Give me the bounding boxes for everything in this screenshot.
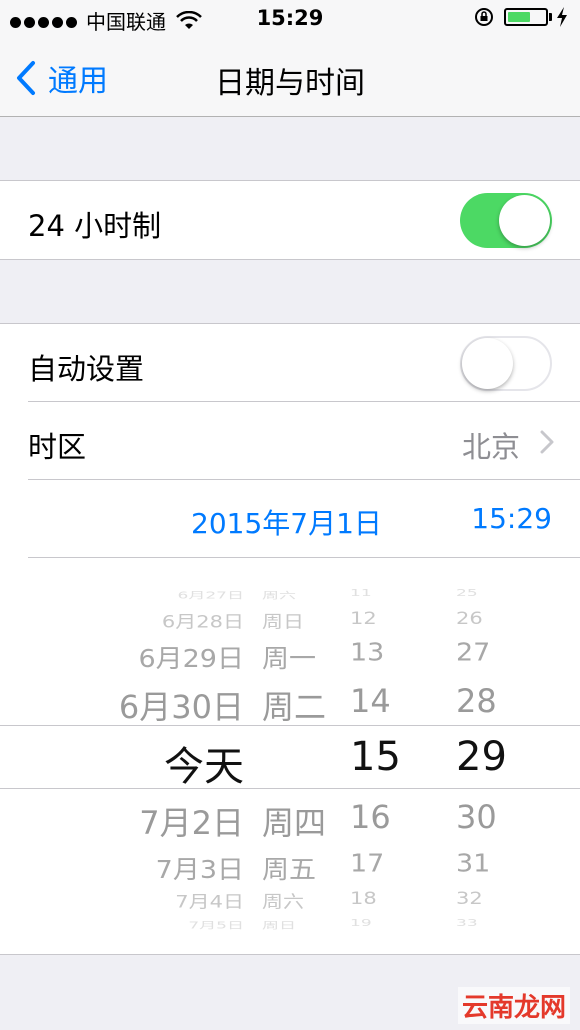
hour24-label: 24 小时制: [28, 209, 162, 243]
picker-row[interactable]: 7月2日 周四 16 30: [0, 798, 580, 842]
time-format-group: 24 小时制: [0, 180, 580, 260]
picker-minute: 30: [456, 798, 497, 836]
picker-hour: 17: [350, 849, 385, 879]
picker-minute: 29: [456, 734, 507, 780]
hour24-row: 24 小时制: [0, 181, 580, 259]
picker-row[interactable]: 7月3日 周五 17 31: [0, 849, 580, 885]
picker-date: 7月5日: [188, 920, 244, 932]
picker-hour: 12: [350, 608, 377, 629]
picker-date: 6月29日: [138, 644, 244, 674]
picker-hour: 13: [350, 638, 385, 668]
picker-row[interactable]: 6月29日 周一 13 27: [0, 638, 580, 674]
picker-date: 6月30日: [118, 688, 244, 726]
timezone-value: 北京: [461, 430, 520, 464]
picker-hour: 15: [350, 734, 401, 780]
picker-row[interactable]: 7月4日 周六 18 32: [0, 889, 580, 912]
picker-date: 7月2日: [139, 804, 244, 842]
picker-minute: 25: [456, 587, 478, 599]
charging-bolt-icon: [557, 7, 567, 27]
picker-minute: 33: [456, 917, 478, 929]
picker-weekday: 周二: [262, 688, 327, 726]
date-time-picker[interactable]: 6月27日 周六 11 25 6月28日 周日 12 26 6月29日 周一 13 27 6月30日 周二…: [0, 562, 580, 954]
status-bar: 中国联通 15:29: [0, 0, 580, 38]
picker-date: 7月3日: [155, 855, 244, 885]
battery-icon: [504, 8, 548, 26]
picker-row[interactable]: 今天 15 29: [0, 734, 580, 790]
picker-minute: 27: [456, 638, 491, 668]
picker-minute: 32: [456, 888, 483, 909]
picker-weekday: 周五: [262, 855, 316, 885]
picker-minute: 31: [456, 849, 491, 879]
auto-set-label: 自动设置: [28, 352, 145, 386]
picker-date: 7月4日: [175, 892, 244, 912]
timezone-row[interactable]: 时区 北京: [0, 402, 580, 480]
chevron-right-icon: [540, 430, 554, 454]
rotation-lock-icon: [475, 8, 493, 26]
hour24-toggle[interactable]: [460, 193, 552, 248]
timezone-label: 时区: [28, 430, 87, 464]
picker-row[interactable]: 7月5日 周日 19 33: [0, 918, 580, 932]
page-title: 日期与时间: [215, 66, 365, 101]
picker-date: 6月27日: [177, 590, 244, 602]
picker-weekday: 周四: [262, 804, 327, 842]
picker-weekday: 周六: [262, 892, 304, 912]
picker-date: 6月28日: [161, 612, 244, 632]
picker-minute: 28: [456, 682, 497, 720]
picker-row[interactable]: 6月30日 周二 14 28: [0, 682, 580, 726]
picker-minute: 26: [456, 608, 483, 629]
picker-hour: 11: [350, 587, 372, 599]
navigation-bar: 通用 日期与时间: [0, 38, 580, 117]
current-date: 2015年7月1日: [191, 507, 382, 540]
picker-weekday: 周日: [262, 920, 296, 932]
auto-set-row: 自动设置: [0, 324, 580, 402]
picker-hour: 19: [350, 917, 372, 929]
picker-date: 今天: [164, 744, 244, 790]
watermark-logo: 云南龙网: [457, 987, 570, 1024]
picker-row[interactable]: 6月28日 周日 12 26: [0, 609, 580, 632]
current-time: 15:29: [471, 502, 552, 535]
picker-row[interactable]: 6月27日 周六 11 25: [0, 588, 580, 602]
picker-hour: 14: [350, 682, 391, 720]
picker-weekday: 周六: [262, 590, 296, 602]
current-datetime-row[interactable]: 2015年7月1日 15:29: [0, 480, 580, 558]
picker-weekday: 周一: [262, 644, 316, 674]
picker-weekday: 周日: [262, 612, 304, 632]
picker-hour: 16: [350, 798, 391, 836]
auto-set-toggle[interactable]: [460, 336, 552, 391]
picker-hour: 18: [350, 888, 377, 909]
